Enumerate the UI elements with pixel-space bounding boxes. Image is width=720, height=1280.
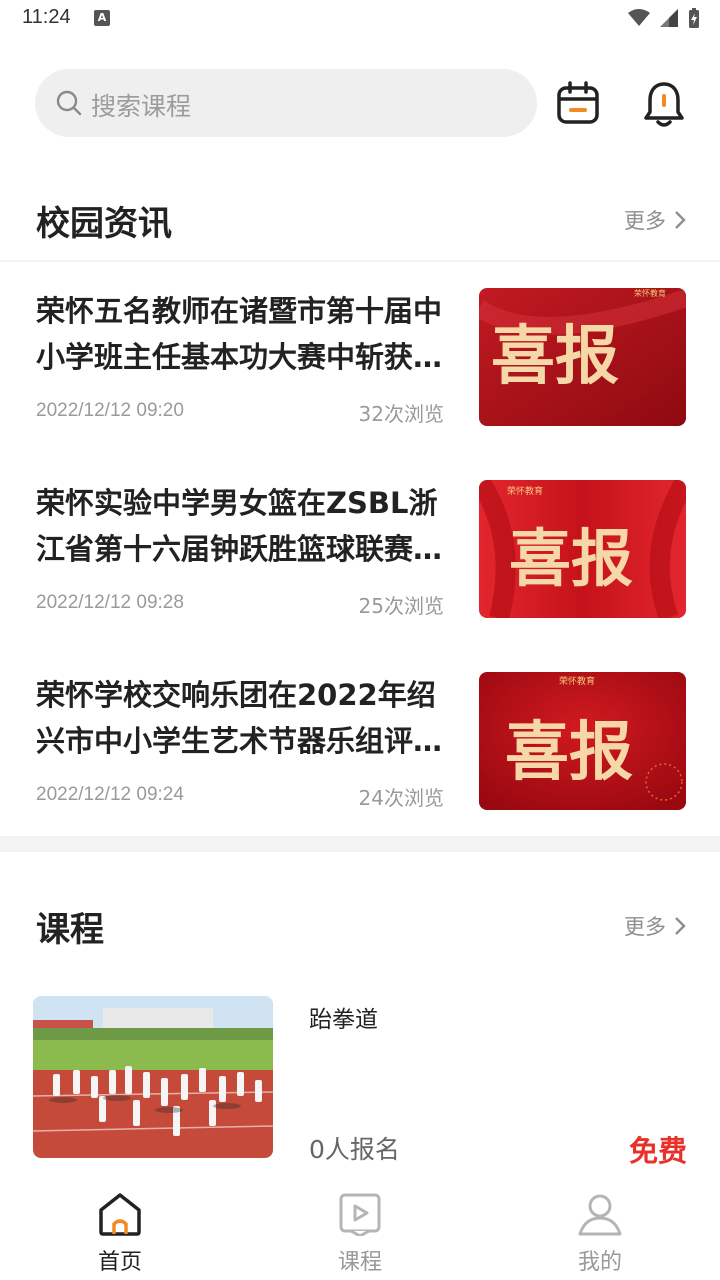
- divider: [0, 260, 720, 262]
- svg-text:荣怀教育: 荣怀教育: [507, 485, 543, 497]
- search-placeholder: 搜索课程: [91, 92, 192, 121]
- news-title: 荣怀实验中学男女篮在ZSBL浙江省第十六届钟跃胜篮球联赛…: [36, 486, 443, 566]
- course-image[interactable]: [33, 996, 273, 1158]
- course-more-label: 更多: [624, 915, 666, 939]
- tab-profile[interactable]: 我的: [530, 1180, 670, 1280]
- thumb-text: 喜报: [505, 715, 633, 790]
- wifi-icon: [628, 9, 650, 26]
- course-section-title: 课程: [36, 910, 104, 950]
- bottom-tab-bar: 首页 课程 我的: [0, 1180, 720, 1280]
- home-icon: [99, 1193, 141, 1236]
- search-icon: [56, 90, 82, 116]
- news-item[interactable]: 荣怀学校交响乐团在2022年绍兴市中小学生艺术节器乐组评… 2022/12/12…: [0, 672, 720, 832]
- chevron-right-icon: [675, 917, 686, 935]
- tab-courses[interactable]: 课程: [290, 1180, 430, 1280]
- news-more-label: 更多: [624, 209, 666, 233]
- section-divider: [0, 836, 720, 852]
- system-icons: [628, 8, 700, 28]
- thumb-text: 喜报: [491, 319, 619, 394]
- battery-icon: [689, 8, 699, 28]
- news-thumbnail: 荣怀教育 喜报: [479, 672, 686, 810]
- bell-icon[interactable]: [642, 80, 686, 128]
- app-screen: 11:24 A 搜索课程 校园资讯 更多 荣怀五名教师在诸暨市第十届中小学班主任…: [0, 0, 720, 1280]
- news-views: 24次浏览: [358, 786, 444, 810]
- notification-icon: A: [94, 10, 110, 26]
- tab-home[interactable]: 首页: [50, 1180, 190, 1280]
- course-price: 免费: [628, 1134, 687, 1168]
- course-more-link[interactable]: 更多: [624, 911, 686, 941]
- news-date: 2022/12/12 09:24: [36, 784, 184, 805]
- tab-home-label: 首页: [97, 1250, 142, 1275]
- news-views: 32次浏览: [358, 402, 444, 426]
- tab-courses-label: 课程: [337, 1250, 382, 1275]
- thumb-text: 喜报: [509, 522, 633, 595]
- calendar-icon[interactable]: [556, 80, 600, 128]
- news-thumbnail: 荣怀教育 喜报: [479, 288, 686, 426]
- news-more-link[interactable]: 更多: [624, 205, 686, 235]
- news-date: 2022/12/12 09:20: [36, 400, 184, 421]
- tab-profile-label: 我的: [577, 1250, 622, 1275]
- video-icon: [339, 1193, 381, 1236]
- status-bar: 11:24 A: [0, 0, 720, 40]
- news-views: 25次浏览: [358, 594, 444, 618]
- course-name[interactable]: 跆拳道: [309, 1000, 378, 1034]
- news-item[interactable]: 荣怀五名教师在诸暨市第十届中小学班主任基本功大赛中斩获… 2022/12/12 …: [0, 288, 720, 448]
- news-title: 荣怀五名教师在诸暨市第十届中小学班主任基本功大赛中斩获…: [36, 294, 443, 374]
- chevron-right-icon: [675, 211, 686, 229]
- news-thumbnail: 荣怀教育 喜报: [479, 480, 686, 618]
- course-enroll-count: 0人报名: [309, 1135, 400, 1164]
- news-section-title: 校园资讯: [36, 204, 172, 244]
- profile-icon: [578, 1194, 622, 1236]
- signal-icon: [660, 9, 678, 27]
- search-bar[interactable]: 搜索课程: [35, 69, 537, 137]
- svg-text:荣怀教育: 荣怀教育: [634, 288, 666, 298]
- news-item[interactable]: 荣怀实验中学男女篮在ZSBL浙江省第十六届钟跃胜篮球联赛… 2022/12/12…: [0, 480, 720, 640]
- news-title: 荣怀学校交响乐团在2022年绍兴市中小学生艺术节器乐组评…: [36, 678, 443, 758]
- svg-text:荣怀教育: 荣怀教育: [559, 675, 595, 687]
- status-time: 11:24: [22, 6, 71, 28]
- news-date: 2022/12/12 09:28: [36, 592, 184, 613]
